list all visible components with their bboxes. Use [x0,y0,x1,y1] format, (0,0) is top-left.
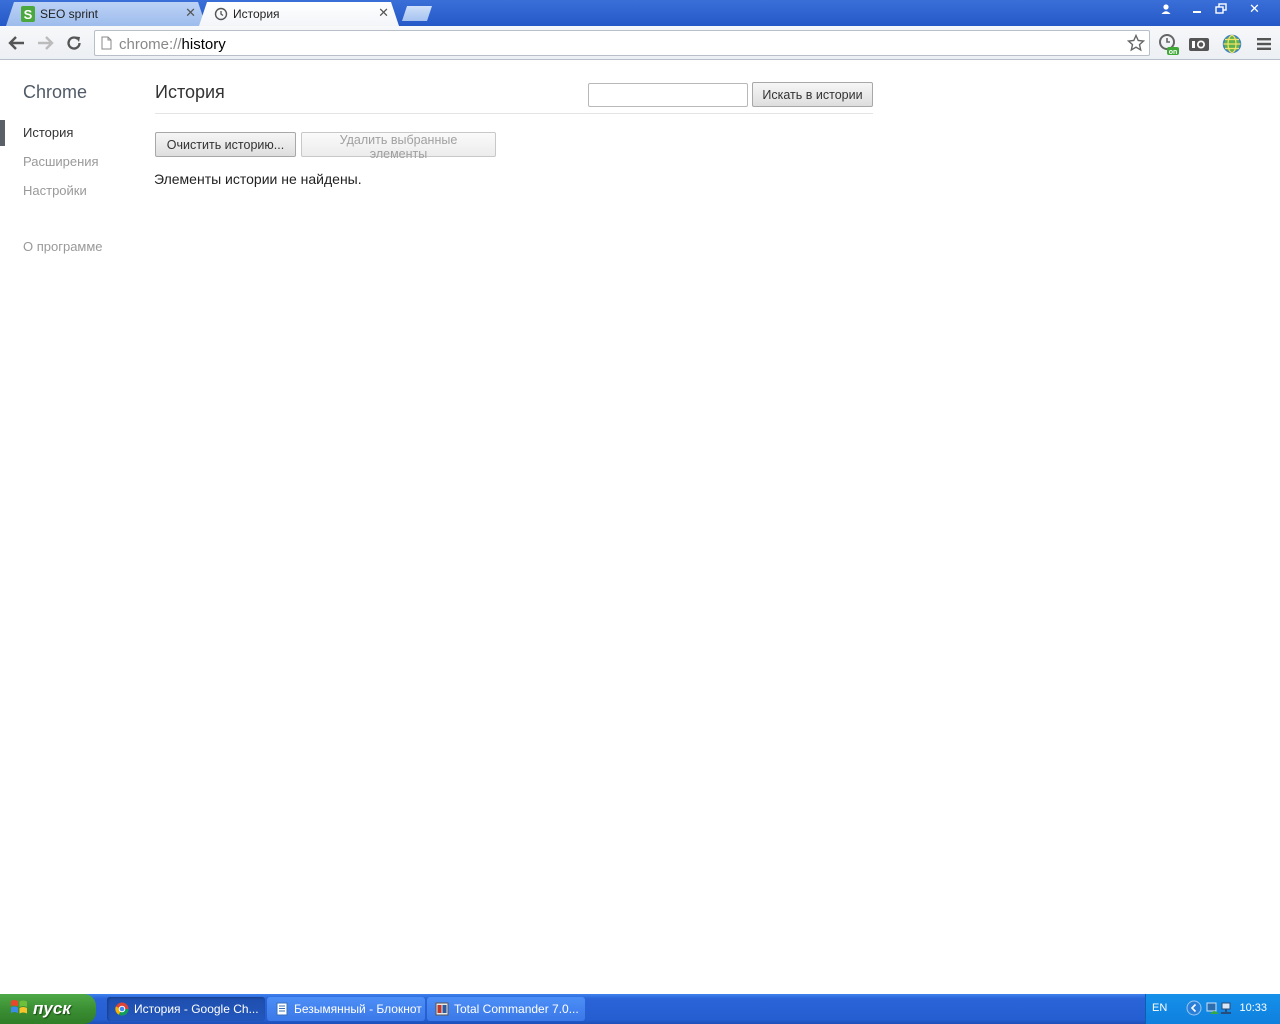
taskbar-item-chrome[interactable]: История - Google Ch... [107,997,265,1021]
new-tab-button[interactable] [402,6,432,21]
profile-icon[interactable] [1153,0,1178,18]
sidebar-item-about[interactable]: О программе [23,239,103,254]
menu-icon[interactable] [1253,33,1275,55]
seo-sprint-icon: S [20,6,36,22]
restore-icon[interactable] [1208,0,1233,18]
minimize-icon[interactable] [1184,0,1209,18]
total-commander-icon [435,1002,449,1016]
back-arrow-icon [8,36,24,50]
close-icon[interactable]: ✕ [378,5,389,21]
sidebar-item-history[interactable]: История [23,125,73,140]
sidebar-item-settings[interactable]: Настройки [23,183,87,198]
search-history-button[interactable]: Искать в истории [752,82,873,107]
selected-indicator [0,120,5,146]
history-icon [213,6,229,22]
header-divider [155,113,873,114]
taskbar-item-total-commander[interactable]: Total Commander 7.0... [427,997,585,1021]
url-text: chrome://history [119,36,226,53]
tab-seo-sprint[interactable]: S SEO sprint ✕ [6,2,206,26]
windows-flag-icon [10,999,28,1020]
forward-button[interactable] [34,32,56,54]
reload-button[interactable] [63,32,85,54]
tab-title: История [233,7,280,21]
svg-text:S: S [24,7,33,22]
page-icon [101,36,112,55]
taskbar-item-label: Total Commander 7.0... [454,1002,579,1016]
reload-icon [67,36,81,50]
svg-text:on: on [1169,49,1178,55]
camera-extension-icon[interactable] [1188,33,1210,55]
forward-arrow-icon [38,36,54,50]
start-label: пуск [33,999,71,1018]
close-icon[interactable]: ✕ [185,5,196,21]
start-button[interactable]: пуск [0,994,96,1024]
clear-history-button[interactable]: Очистить историю... [155,132,296,157]
globe-extension-icon[interactable] [1221,33,1243,55]
language-indicator[interactable]: EN [1152,1002,1167,1014]
taskbar-item-label: История - Google Ch... [134,1002,259,1016]
sidebar-title: Chrome [23,82,88,102]
window-title-bar: S SEO sprint ✕ История ✕ ✕ [0,0,1280,26]
delete-selected-button[interactable]: Удалить выбранные элементы [301,132,496,161]
network-status-icon[interactable] [1206,1001,1236,1022]
search-input[interactable] [588,83,748,107]
tab-title: SEO sprint [40,7,99,21]
taskbar: пуск История - Google Ch... Безымянный -… [0,994,1280,1024]
sidebar-item-extensions[interactable]: Расширения [23,154,99,169]
bookmark-star-icon[interactable] [1126,33,1146,57]
tray-expand-icon[interactable] [1186,1000,1202,1021]
clock: 10:33 [1239,1002,1267,1014]
empty-history-message: Элементы истории не найдены. [154,171,362,187]
taskbar-item-notepad[interactable]: Безымянный - Блокнот [267,997,425,1021]
close-window-icon[interactable]: ✕ [1242,0,1267,18]
chrome-icon [115,1002,129,1016]
back-button[interactable] [6,32,28,54]
taskbar-item-label: Безымянный - Блокнот [294,1002,422,1016]
page-title: История [155,82,225,102]
address-bar[interactable]: chrome://history [94,30,1150,56]
tab-history[interactable]: История ✕ [199,2,399,26]
timer-extension-icon[interactable]: on [1157,33,1179,55]
browser-toolbar: chrome://history on [0,26,1280,60]
notepad-icon [275,1002,289,1016]
